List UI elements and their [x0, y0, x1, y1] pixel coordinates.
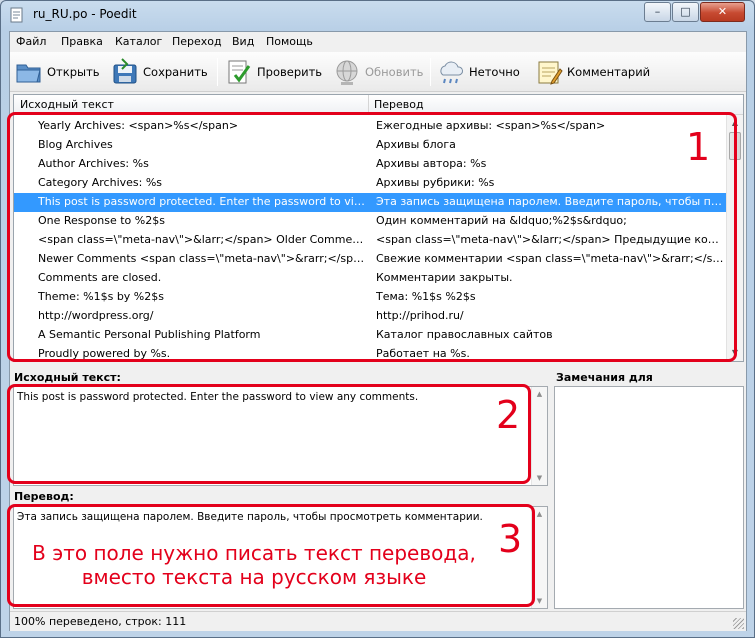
- status-bar: 100% переведено, строк: 111: [10, 611, 746, 631]
- close-button[interactable]: ✕: [700, 2, 745, 22]
- annotation-number-1: 1: [686, 125, 711, 169]
- annotation-hint-line-1: В это поле нужно писать текст перевода,: [32, 541, 476, 565]
- maximize-button[interactable]: □: [672, 2, 699, 22]
- source-pane-label: Исходный текст:: [14, 371, 121, 384]
- annotation-number-3: 3: [498, 517, 523, 561]
- toolbar-separator: [430, 58, 431, 86]
- annotation-box-source: [7, 384, 531, 484]
- validate-button[interactable]: Проверить: [224, 55, 322, 89]
- menu-edit[interactable]: Правка: [61, 35, 103, 48]
- menu-file[interactable]: Файл: [16, 35, 46, 48]
- comment-button[interactable]: Комментарий: [534, 55, 650, 89]
- annotation-number-2: 2: [496, 393, 521, 437]
- translator-notes-pane[interactable]: [554, 386, 744, 609]
- toolbar: Открыть Сохранить Проверить Обновить Нет…: [10, 52, 746, 92]
- annotation-hint: В это поле нужно писать текст перевода, …: [14, 541, 494, 589]
- menu-bar: Файл Правка Каталог Переход Вид Помощь: [10, 32, 746, 52]
- source-pane-scrollbar[interactable]: ▲ ▼: [531, 387, 547, 485]
- menu-catalog[interactable]: Каталог: [115, 35, 162, 48]
- status-text: 100% переведено, строк: 111: [14, 615, 187, 628]
- validate-check-icon: [228, 60, 251, 84]
- menu-view[interactable]: Вид: [232, 35, 254, 48]
- menu-help[interactable]: Помощь: [266, 35, 313, 48]
- annotation-box-list: [7, 112, 737, 362]
- resize-grip[interactable]: [733, 618, 744, 629]
- fuzzy-cloud-icon: [440, 61, 463, 84]
- window-title: ru_RU.po - Poedit: [33, 7, 137, 21]
- menu-go[interactable]: Переход: [172, 35, 222, 48]
- translation-pane-label: Перевод:: [14, 490, 74, 503]
- annotation-hint-line-2: вместо текста на русском языке: [81, 565, 427, 589]
- save-disk-icon: [113, 58, 137, 84]
- open-button[interactable]: Открыть: [14, 55, 100, 89]
- poedit-app-icon: [10, 7, 23, 23]
- comment-notepad-icon: [538, 61, 563, 85]
- column-header-translation[interactable]: Перевод: [374, 98, 424, 111]
- title-bar[interactable]: ru_RU.po - Poedit – □ ✕: [1, 1, 754, 29]
- minimize-button[interactable]: –: [644, 2, 671, 22]
- column-header-source[interactable]: Исходный текст: [20, 98, 114, 111]
- fuzzy-button[interactable]: Неточно: [436, 55, 520, 89]
- update-button[interactable]: Обновить: [332, 55, 423, 89]
- toolbar-separator: [217, 58, 218, 86]
- save-button[interactable]: Сохранить: [110, 55, 208, 89]
- update-globe-icon: [336, 60, 358, 85]
- folder-open-icon: [16, 64, 41, 83]
